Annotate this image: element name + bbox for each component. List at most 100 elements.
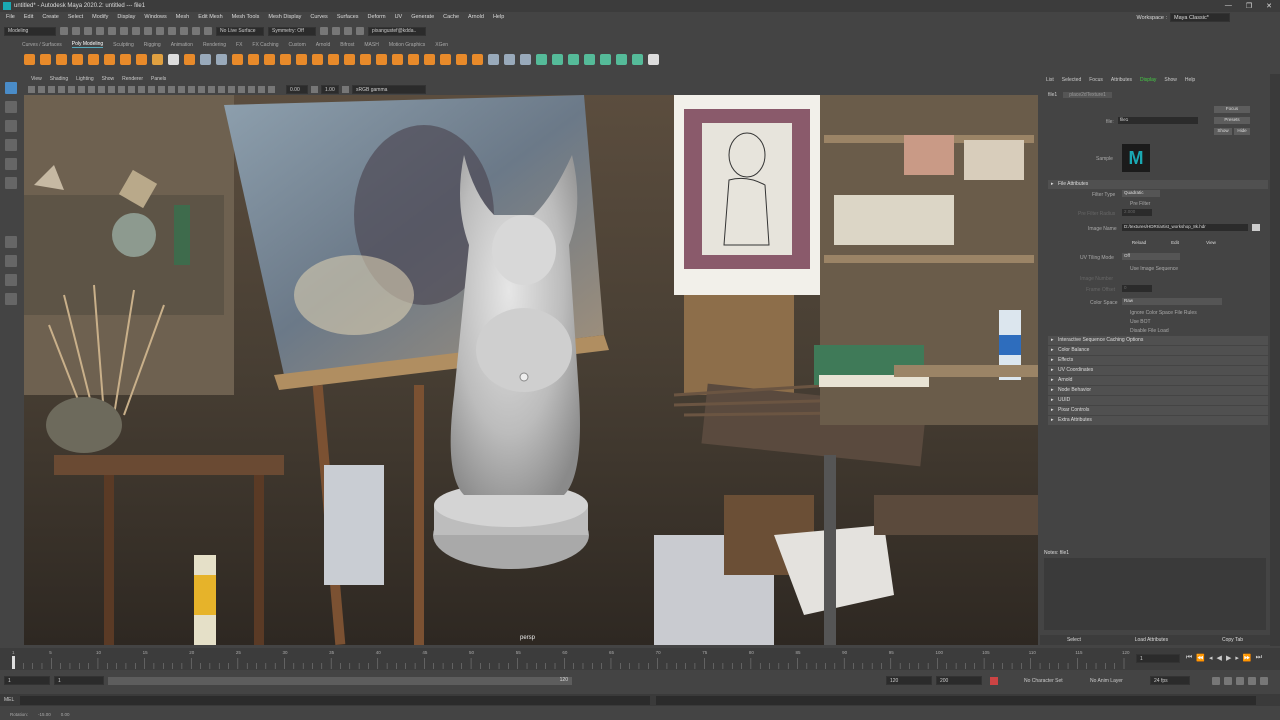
section-effects[interactable]: Effects <box>1048 356 1268 365</box>
select-object-icon[interactable] <box>132 27 140 35</box>
shelf-tab-rigging[interactable]: Rigging <box>144 42 161 48</box>
panel-menu-view[interactable]: View <box>31 76 42 82</box>
character-set-dropdown[interactable]: No Character Set <box>1024 678 1063 684</box>
ae-menu-display[interactable]: Display <box>1140 77 1156 83</box>
gate-mask-icon[interactable] <box>98 86 105 93</box>
select-component-icon[interactable] <box>144 27 152 35</box>
hide-button[interactable]: Hide <box>1234 128 1250 135</box>
menu-windows[interactable]: Windows <box>144 14 166 20</box>
step-forward-frame-icon[interactable]: ▸ <box>1235 654 1239 662</box>
platonic-solid-icon[interactable] <box>136 53 147 65</box>
section-arnold[interactable]: Arnold <box>1048 376 1268 385</box>
menu-surfaces[interactable]: Surfaces <box>337 14 359 20</box>
user-account-dropdown[interactable]: pixangustef@kdda.. <box>368 26 426 36</box>
use-image-sequence-checkbox[interactable]: Use Image Sequence <box>1130 266 1178 272</box>
shelf-tab-motion-graphics[interactable]: Motion Graphics <box>389 42 425 48</box>
uv-unfold-icon[interactable] <box>600 53 611 65</box>
playback-end-field[interactable]: 120 <box>886 676 932 685</box>
select-tool-icon[interactable] <box>5 82 17 94</box>
section-extra-attributes[interactable]: Extra Attributes <box>1048 416 1268 425</box>
relax-icon[interactable] <box>520 53 531 65</box>
rotate-tool-icon[interactable] <box>5 158 17 170</box>
perspective-viewport[interactable]: persp <box>24 95 1038 645</box>
bridge-icon[interactable] <box>328 53 339 65</box>
view-button[interactable]: View <box>1196 240 1226 247</box>
menu-arnold[interactable]: Arnold <box>468 14 484 20</box>
snap-point-icon[interactable] <box>180 27 188 35</box>
frame-offset-field[interactable]: 0 <box>1122 285 1152 292</box>
go-to-start-icon[interactable]: ⏮ <box>1186 654 1192 662</box>
boolean-difference-icon[interactable] <box>264 53 275 65</box>
snap-view-icon[interactable] <box>192 27 200 35</box>
history-icon[interactable] <box>320 27 328 35</box>
shelf-tab-fx[interactable]: FX <box>236 42 242 48</box>
playback-prefs-icon[interactable] <box>1260 677 1268 685</box>
menu-select[interactable]: Select <box>68 14 83 20</box>
color-management-icon[interactable] <box>342 86 349 93</box>
current-frame-field[interactable]: 1 <box>1136 654 1180 663</box>
menu-mesh-tools[interactable]: Mesh Tools <box>232 14 260 20</box>
xray-joints-icon[interactable] <box>258 86 265 93</box>
move-tool-icon[interactable] <box>5 139 17 151</box>
offset-loop-icon[interactable] <box>472 53 483 65</box>
depth-of-field-icon[interactable] <box>228 86 235 93</box>
new-scene-icon[interactable] <box>60 27 68 35</box>
close-button[interactable]: ✕ <box>1266 2 1272 10</box>
xray-icon[interactable] <box>248 86 255 93</box>
image-name-field[interactable]: D:/textures/HDRI/artist_workshop_8k.hdr <box>1122 224 1248 231</box>
menu-mesh-display[interactable]: Mesh Display <box>268 14 301 20</box>
shelf-tab-xgen[interactable]: XGen <box>435 42 448 48</box>
uv-layout-icon[interactable] <box>584 53 595 65</box>
symmetry-dropdown[interactable]: Symmetry: Off <box>268 26 316 36</box>
reload-button[interactable]: Reload <box>1124 240 1154 247</box>
menu-help[interactable]: Help <box>493 14 504 20</box>
combine-icon[interactable] <box>200 53 211 65</box>
wireframe-icon[interactable] <box>138 86 145 93</box>
menu-display[interactable]: Display <box>117 14 135 20</box>
ae-copy-tab-button[interactable]: Copy Tab <box>1222 637 1243 643</box>
safe-action-icon[interactable] <box>118 86 125 93</box>
section-file-attributes[interactable]: File Attributes <box>1048 180 1268 189</box>
play-backward-icon[interactable]: ◀ <box>1217 654 1222 662</box>
animation-prefs-icon[interactable] <box>1248 677 1256 685</box>
play-forward-icon[interactable]: ▶ <box>1226 654 1231 662</box>
section-uv-coordinates[interactable]: UV Coordinates <box>1048 366 1268 375</box>
ae-menu-focus[interactable]: Focus <box>1089 77 1103 83</box>
smooth-shade-icon[interactable] <box>148 86 155 93</box>
poly-cylinder-icon[interactable] <box>56 53 67 65</box>
section-interactive-sequence-caching[interactable]: Interactive Sequence Caching Options <box>1048 336 1268 345</box>
lasso-tool-icon[interactable] <box>5 101 17 113</box>
poly-sphere-icon[interactable] <box>24 53 35 65</box>
target-weld-icon[interactable] <box>408 53 419 65</box>
save-scene-icon[interactable] <box>84 27 92 35</box>
command-input[interactable] <box>20 695 651 705</box>
show-button[interactable]: Show <box>1214 128 1232 135</box>
mirror-icon[interactable] <box>296 53 307 65</box>
menu-generate[interactable]: Generate <box>411 14 434 20</box>
type-tool-icon[interactable] <box>168 53 179 65</box>
ae-menu-help[interactable]: Help <box>1185 77 1195 83</box>
uv-cut-icon[interactable] <box>616 53 627 65</box>
menu-mesh[interactable]: Mesh <box>176 14 189 20</box>
uv-tiling-dropdown[interactable]: Off <box>1122 253 1180 260</box>
step-back-key-icon[interactable]: ⏪ <box>1196 654 1205 662</box>
append-polygon-icon[interactable] <box>376 53 387 65</box>
filter-type-dropdown[interactable]: Quadratic <box>1122 190 1160 197</box>
section-uuid[interactable]: UUID <box>1048 396 1268 405</box>
pre-filter-radius-field[interactable]: 2.000 <box>1122 209 1152 216</box>
panel-menu-renderer[interactable]: Renderer <box>122 76 143 82</box>
panel-menu-shading[interactable]: Shading <box>50 76 68 82</box>
bevel-icon[interactable] <box>344 53 355 65</box>
menu-edit-mesh[interactable]: Edit Mesh <box>198 14 222 20</box>
outliner-layout-icon[interactable] <box>5 293 17 305</box>
poly-torus-icon[interactable] <box>88 53 99 65</box>
section-color-balance[interactable]: Color Balance <box>1048 346 1268 355</box>
panel-menu-show[interactable]: Show <box>102 76 115 82</box>
boolean-union-icon[interactable] <box>248 53 259 65</box>
panel-menu-panels[interactable]: Panels <box>151 76 166 82</box>
render-settings-icon[interactable] <box>356 27 364 35</box>
render-icon[interactable] <box>332 27 340 35</box>
uv-sew-icon[interactable] <box>632 53 643 65</box>
node-name-field[interactable]: file1 <box>1118 117 1198 124</box>
uv-editor-icon[interactable] <box>568 53 579 65</box>
